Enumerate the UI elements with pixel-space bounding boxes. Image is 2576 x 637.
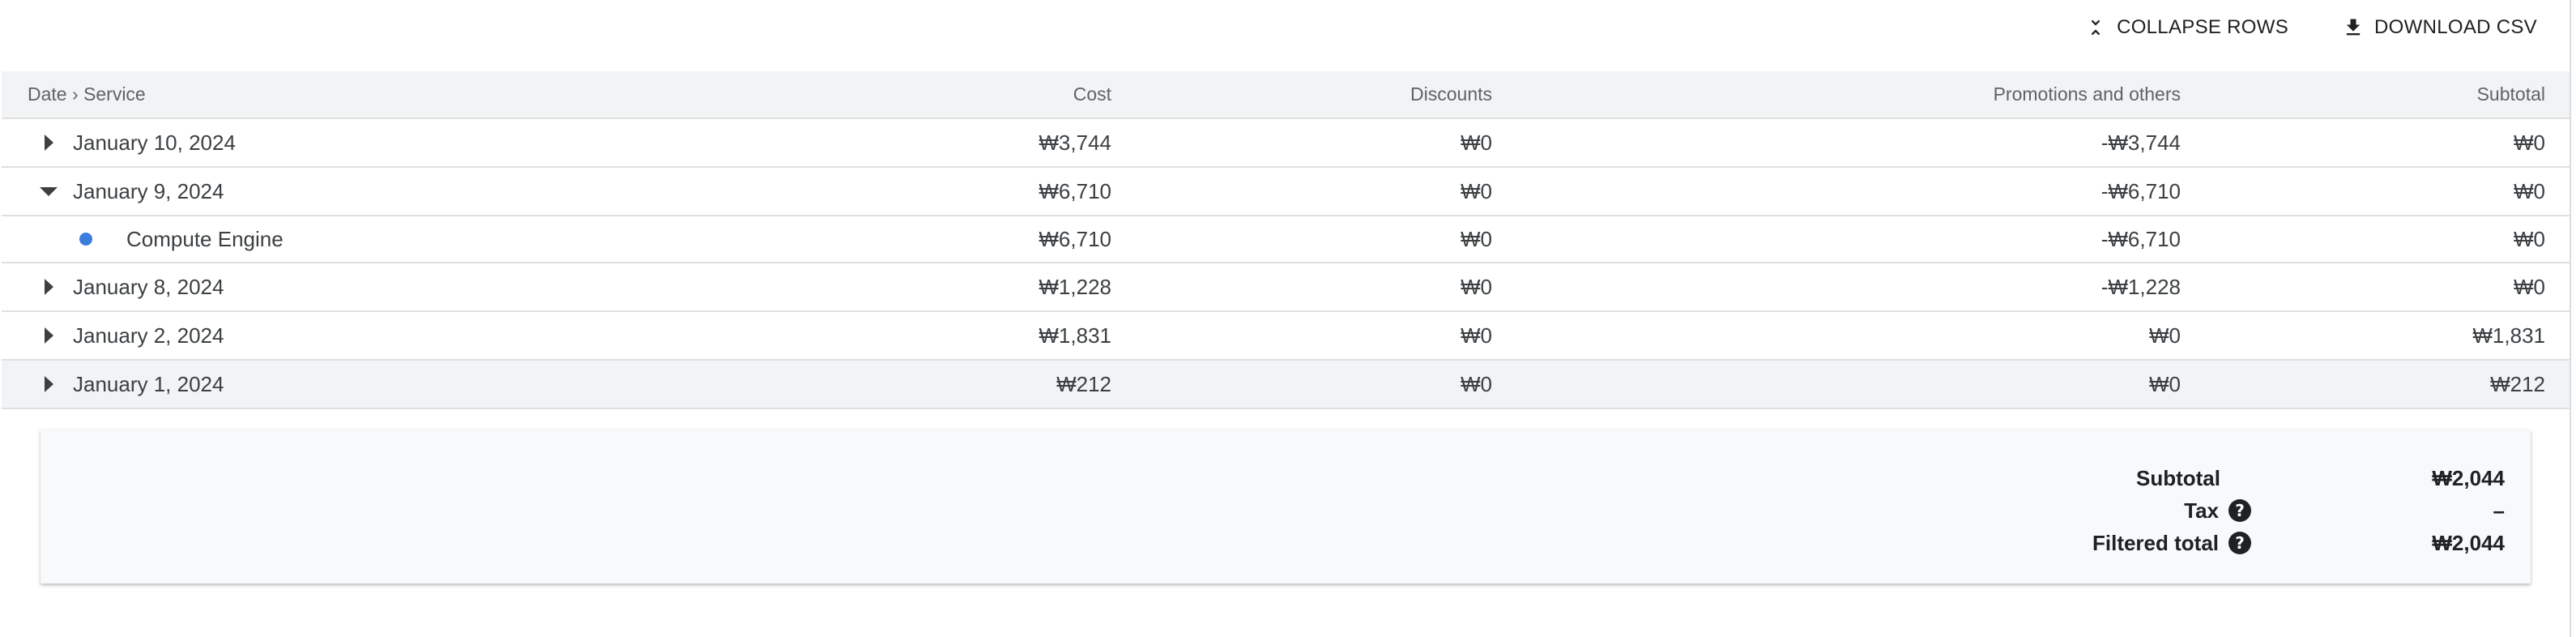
- table-row[interactable]: January 9, 2024 ₩6,710 ₩0 -₩6,710 ₩0: [2, 167, 2570, 216]
- summary-tax-label-row: Tax ?: [2184, 494, 2251, 527]
- column-header-date-service[interactable]: Date › Service: [2, 71, 488, 119]
- row-subtotal: ₩212: [2490, 371, 2545, 396]
- table-row[interactable]: January 1, 2024 ₩212 ₩0 ₩0 ₩212: [2, 360, 2570, 408]
- row-cost: ₩3,744: [1039, 130, 1111, 155]
- table-toolbar: COLLAPSE ROWS DOWNLOAD CSV: [2084, 11, 2537, 44]
- expand-row-toggle[interactable]: [31, 119, 66, 166]
- caret-right-icon: [44, 376, 53, 392]
- row-date-label: January 1, 2024: [73, 371, 224, 396]
- row-service-label: Compute Engine: [126, 226, 284, 251]
- row-promotions: -₩3,744: [2100, 130, 2181, 155]
- row-promotions: ₩0: [2149, 371, 2181, 396]
- expand-row-toggle[interactable]: [31, 361, 66, 408]
- summary-subtotal-label: Subtotal: [2136, 465, 2220, 490]
- row-subtotal: ₩0: [2514, 226, 2545, 251]
- collapse-icon: [2091, 19, 2100, 36]
- row-promotions: -₩6,710: [2100, 178, 2181, 203]
- summary-tax-label: Tax: [2184, 498, 2219, 523]
- row-cost: ₩1,831: [1039, 323, 1111, 348]
- summary-subtotal-value: ₩2,044: [2432, 465, 2505, 490]
- row-discounts: ₩0: [1461, 323, 1492, 348]
- tax-help-icon[interactable]: ?: [2228, 499, 2251, 522]
- totals-summary-card: Subtotal ₩2,044 Tax ? – Filtered total ?…: [41, 430, 2531, 584]
- row-date-label: January 8, 2024: [73, 274, 224, 299]
- summary-filtered-total-label: Filtered total: [2092, 530, 2219, 555]
- table-row-service[interactable]: Compute Engine ₩6,710 ₩0 -₩6,710 ₩0: [2, 216, 2570, 263]
- row-date-label: January 10, 2024: [73, 130, 236, 155]
- summary-filtered-total-value: ₩2,044: [2432, 530, 2505, 555]
- table-row[interactable]: January 8, 2024 ₩1,228 ₩0 -₩1,228 ₩0: [2, 263, 2570, 311]
- expand-row-toggle[interactable]: [31, 263, 66, 310]
- row-discounts: ₩0: [1461, 274, 1492, 299]
- download-csv-label: DOWNLOAD CSV: [2374, 16, 2537, 38]
- table-row[interactable]: January 2, 2024 ₩1,831 ₩0 ₩0 ₩1,831: [2, 311, 2570, 360]
- row-cost: ₩212: [1056, 371, 1111, 396]
- row-cost: ₩6,710: [1039, 178, 1111, 203]
- filtered-total-help-icon[interactable]: ?: [2228, 532, 2251, 554]
- summary-subtotal-label-row: Subtotal: [2136, 462, 2220, 494]
- collapse-rows-label: COLLAPSE ROWS: [2117, 16, 2289, 38]
- row-subtotal: ₩0: [2514, 178, 2545, 203]
- service-color-dot: [79, 233, 92, 246]
- column-header-discounts[interactable]: Discounts: [1136, 71, 1516, 119]
- table-row[interactable]: January 10, 2024 ₩3,744 ₩0 -₩3,744 ₩0: [2, 118, 2570, 167]
- row-promotions: ₩0: [2149, 323, 2181, 348]
- cost-breakdown-panel: COLLAPSE ROWS DOWNLOAD CSV Date › Servic…: [0, 0, 2571, 637]
- cost-table: Date › Service Cost Discounts Promotions…: [2, 71, 2570, 409]
- caret-down-icon: [40, 186, 58, 196]
- row-promotions: -₩6,710: [2100, 226, 2181, 251]
- row-subtotal: ₩0: [2514, 274, 2545, 299]
- collapse-rows-button[interactable]: COLLAPSE ROWS: [2084, 11, 2288, 44]
- column-header-promotions[interactable]: Promotions and others: [1516, 71, 2205, 119]
- table-header-row: Date › Service Cost Discounts Promotions…: [2, 71, 2570, 119]
- column-header-cost[interactable]: Cost: [488, 71, 1136, 119]
- column-header-subtotal[interactable]: Subtotal: [2205, 71, 2570, 119]
- row-discounts: ₩0: [1461, 178, 1492, 203]
- row-date-label: January 9, 2024: [73, 178, 224, 203]
- row-discounts: ₩0: [1461, 371, 1492, 396]
- collapse-row-toggle[interactable]: [31, 168, 66, 215]
- download-csv-button[interactable]: DOWNLOAD CSV: [2342, 11, 2537, 44]
- summary-tax-value: –: [2493, 498, 2505, 523]
- row-cost: ₩1,228: [1039, 274, 1111, 299]
- caret-right-icon: [44, 327, 53, 344]
- row-discounts: ₩0: [1461, 226, 1492, 251]
- caret-right-icon: [44, 279, 53, 295]
- row-date-label: January 2, 2024: [73, 323, 224, 348]
- expand-row-toggle[interactable]: [31, 312, 66, 359]
- row-discounts: ₩0: [1461, 130, 1492, 155]
- caret-right-icon: [44, 135, 53, 151]
- row-promotions: -₩1,228: [2100, 274, 2181, 299]
- row-subtotal: ₩1,831: [2472, 323, 2545, 348]
- download-icon: [2346, 19, 2361, 36]
- row-cost: ₩6,710: [1039, 226, 1111, 251]
- row-subtotal: ₩0: [2514, 130, 2545, 155]
- summary-filtered-total-label-row: Filtered total ?: [2092, 527, 2251, 559]
